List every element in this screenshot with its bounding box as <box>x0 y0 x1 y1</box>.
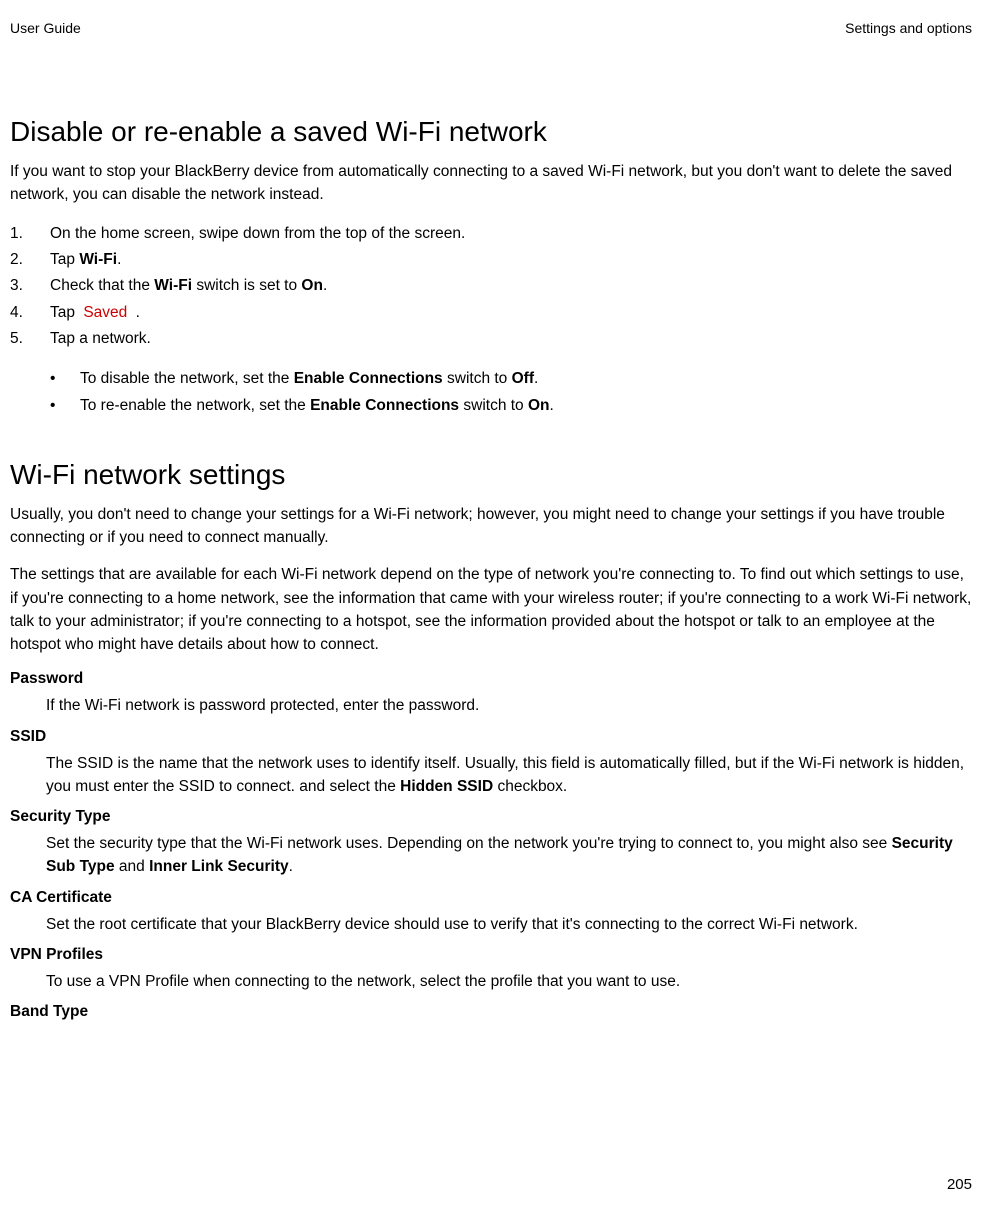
bullet-text: To disable the network, set the Enable C… <box>80 366 538 392</box>
step-number: 4. <box>10 300 50 326</box>
bullet-text: To re-enable the network, set the Enable… <box>80 393 554 419</box>
step-text: Tap Wi-Fi. <box>50 247 121 273</box>
step-item: 1. On the home screen, swipe down from t… <box>10 221 972 247</box>
def-desc-ssid: The SSID is the name that the network us… <box>46 752 972 799</box>
step-number: 2. <box>10 247 50 273</box>
def-desc-vpn: To use a VPN Profile when connecting to … <box>46 970 972 993</box>
step-number: 5. <box>10 326 50 352</box>
def-term-ca: CA Certificate <box>10 889 972 907</box>
def-desc-ca: Set the root certificate that your Black… <box>46 913 972 936</box>
def-term-ssid: SSID <box>10 728 972 746</box>
def-desc-security: Set the security type that the Wi-Fi net… <box>46 832 972 879</box>
section-2-p2: The settings that are available for each… <box>10 563 972 656</box>
page-content: Disable or re-enable a saved Wi-Fi netwo… <box>0 116 982 1021</box>
step-item: 3. Check that the Wi-Fi switch is set to… <box>10 273 972 299</box>
def-term-password: Password <box>10 670 972 688</box>
step-text: Tap a network. <box>50 326 151 352</box>
def-desc-password: If the Wi-Fi network is password protect… <box>46 694 972 717</box>
step-number: 3. <box>10 273 50 299</box>
bullet-item: • To re-enable the network, set the Enab… <box>50 393 972 419</box>
step-text: Tap Saved . <box>50 300 140 326</box>
page-header: User Guide Settings and options <box>0 0 982 36</box>
bullet-list: • To disable the network, set the Enable… <box>50 366 972 419</box>
saved-link[interactable]: Saved <box>83 304 131 321</box>
step-text: Check that the Wi-Fi switch is set to On… <box>50 273 327 299</box>
step-item: 2. Tap Wi-Fi. <box>10 247 972 273</box>
section-title-2: Wi-Fi network settings <box>10 459 972 491</box>
section-2-p1: Usually, you don't need to change your s… <box>10 503 972 550</box>
section-1-intro: If you want to stop your BlackBerry devi… <box>10 160 972 207</box>
def-term-band: Band Type <box>10 1003 972 1021</box>
def-term-vpn: VPN Profiles <box>10 946 972 964</box>
header-right: Settings and options <box>845 20 972 36</box>
step-item: 5. Tap a network. <box>10 326 972 352</box>
step-text: On the home screen, swipe down from the … <box>50 221 465 247</box>
step-item: 4. Tap Saved . <box>10 300 972 326</box>
page-number: 205 <box>947 1176 972 1193</box>
header-left: User Guide <box>10 20 81 36</box>
step-list: 1. On the home screen, swipe down from t… <box>10 221 972 353</box>
section-title-1: Disable or re-enable a saved Wi-Fi netwo… <box>10 116 972 148</box>
step-number: 1. <box>10 221 50 247</box>
bullet-item: • To disable the network, set the Enable… <box>50 366 972 392</box>
bullet-marker: • <box>50 393 80 419</box>
definition-list: Password If the Wi-Fi network is passwor… <box>10 670 972 1021</box>
bullet-marker: • <box>50 366 80 392</box>
def-term-security: Security Type <box>10 808 972 826</box>
